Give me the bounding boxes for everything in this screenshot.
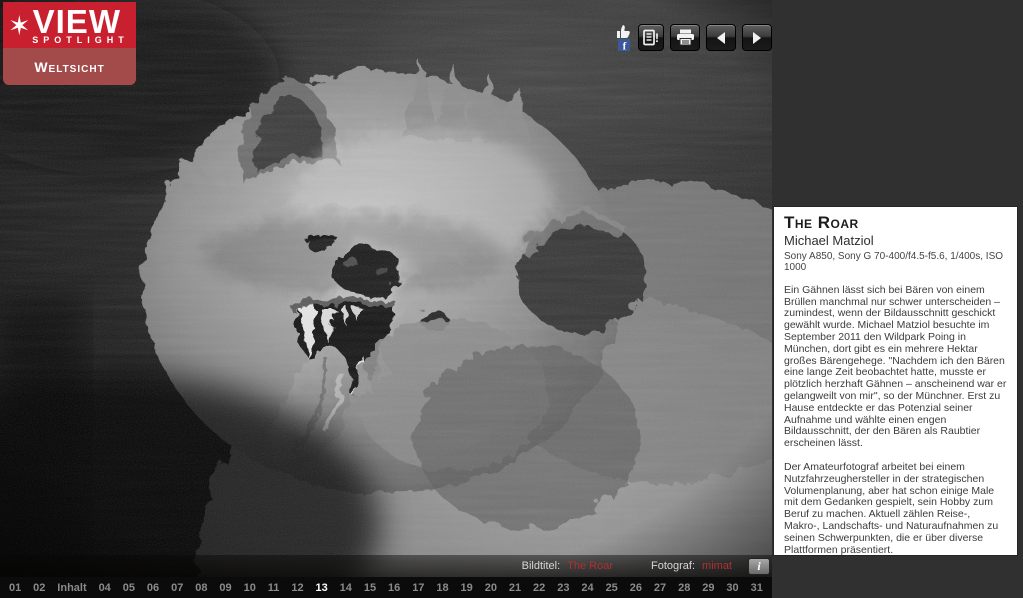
photographer-name: Michael Matziol: [784, 233, 1008, 248]
photo-title: The Roar: [784, 214, 1008, 232]
section-banner: Weltsicht: [3, 48, 136, 85]
pager-item-25[interactable]: 25: [600, 582, 624, 594]
pager: 0102Inhalt040506070809101112131415161718…: [0, 577, 772, 598]
svg-text:f: f: [622, 41, 626, 52]
facebook-f-icon: f: [618, 39, 630, 51]
pager-item-20[interactable]: 20: [479, 582, 503, 594]
pager-item-28[interactable]: 28: [672, 582, 696, 594]
bildtitel-value: The Roar: [567, 560, 613, 572]
pager-item-31[interactable]: 31: [745, 582, 769, 594]
story-paragraph-2: Der Amateurfotograf arbeitet bei einem N…: [784, 462, 1008, 555]
facebook-share-button[interactable]: f: [615, 24, 632, 54]
logo-top: ✶ VIEW SPOTLIGHT: [3, 2, 136, 48]
pager-item-24[interactable]: 24: [575, 582, 599, 594]
pager-item-17[interactable]: 17: [406, 582, 430, 594]
magazine-logo: ✶ VIEW SPOTLIGHT Weltsicht: [3, 2, 136, 85]
toolbar: f !: [615, 24, 772, 54]
pager-item-22[interactable]: 22: [527, 582, 551, 594]
fotograf-label: Fotograf:: [651, 560, 695, 572]
pager-item-12[interactable]: 12: [285, 582, 309, 594]
logo-brand: VIEW: [33, 7, 121, 37]
logo-subtitle: SPOTLIGHT: [3, 35, 136, 45]
pager-item-30[interactable]: 30: [720, 582, 744, 594]
printer-icon: [676, 29, 695, 46]
pager-item-21[interactable]: 21: [503, 582, 527, 594]
info-panel: The Roar Michael Matziol Sony A850, Sony…: [774, 207, 1017, 555]
arrow-left-icon: [715, 31, 727, 45]
details-button[interactable]: !: [638, 24, 664, 51]
arrow-right-icon: [751, 31, 763, 45]
pager-item-19[interactable]: 19: [455, 582, 479, 594]
pager-item-23[interactable]: 23: [551, 582, 575, 594]
thumbs-up-icon: [616, 24, 631, 39]
pager-item-01[interactable]: 01: [3, 582, 27, 594]
previous-button[interactable]: [706, 24, 736, 51]
pager-item-13[interactable]: 13: [310, 582, 334, 594]
pager-item-26[interactable]: 26: [624, 582, 648, 594]
pager-item-14[interactable]: 14: [334, 582, 358, 594]
photo-stage: ✶ VIEW SPOTLIGHT Weltsicht f !: [0, 0, 772, 577]
pager-item-10[interactable]: 10: [238, 582, 262, 594]
next-button[interactable]: [742, 24, 772, 51]
pager-item-04[interactable]: 04: [93, 582, 117, 594]
pager-item-Inhalt[interactable]: Inhalt: [51, 582, 92, 594]
fotograf-value[interactable]: mimat: [702, 560, 732, 572]
pager-item-02[interactable]: 02: [27, 582, 51, 594]
pager-item-15[interactable]: 15: [358, 582, 382, 594]
pager-item-11[interactable]: 11: [262, 582, 286, 594]
story-paragraph-1: Ein Gähnen lässt sich bei Bären von eine…: [784, 285, 1008, 450]
info-button[interactable]: i: [748, 558, 770, 575]
pager-item-05[interactable]: 05: [117, 582, 141, 594]
pager-item-06[interactable]: 06: [141, 582, 165, 594]
exif-info: Sony A850, Sony G 70-400/f4.5-f5.6, 1/40…: [784, 251, 1008, 273]
view-spotlight-photo-viewer: { "logo": { "star_icon": "✶", "brand": "…: [0, 0, 1023, 598]
svg-text:!: !: [655, 31, 659, 45]
pager-item-16[interactable]: 16: [382, 582, 406, 594]
document-info-icon: !: [642, 29, 660, 47]
bildtitel-label: Bildtitel:: [522, 560, 561, 572]
pager-item-29[interactable]: 29: [696, 582, 720, 594]
pager-item-27[interactable]: 27: [648, 582, 672, 594]
bear-photo: [0, 0, 772, 577]
pager-item-09[interactable]: 09: [213, 582, 237, 594]
pager-item-08[interactable]: 08: [189, 582, 213, 594]
pager-item-18[interactable]: 18: [430, 582, 454, 594]
pager-item-07[interactable]: 07: [165, 582, 189, 594]
print-button[interactable]: [670, 24, 700, 51]
caption-bar: Bildtitel: The Roar Fotograf: mimat i: [0, 555, 772, 577]
